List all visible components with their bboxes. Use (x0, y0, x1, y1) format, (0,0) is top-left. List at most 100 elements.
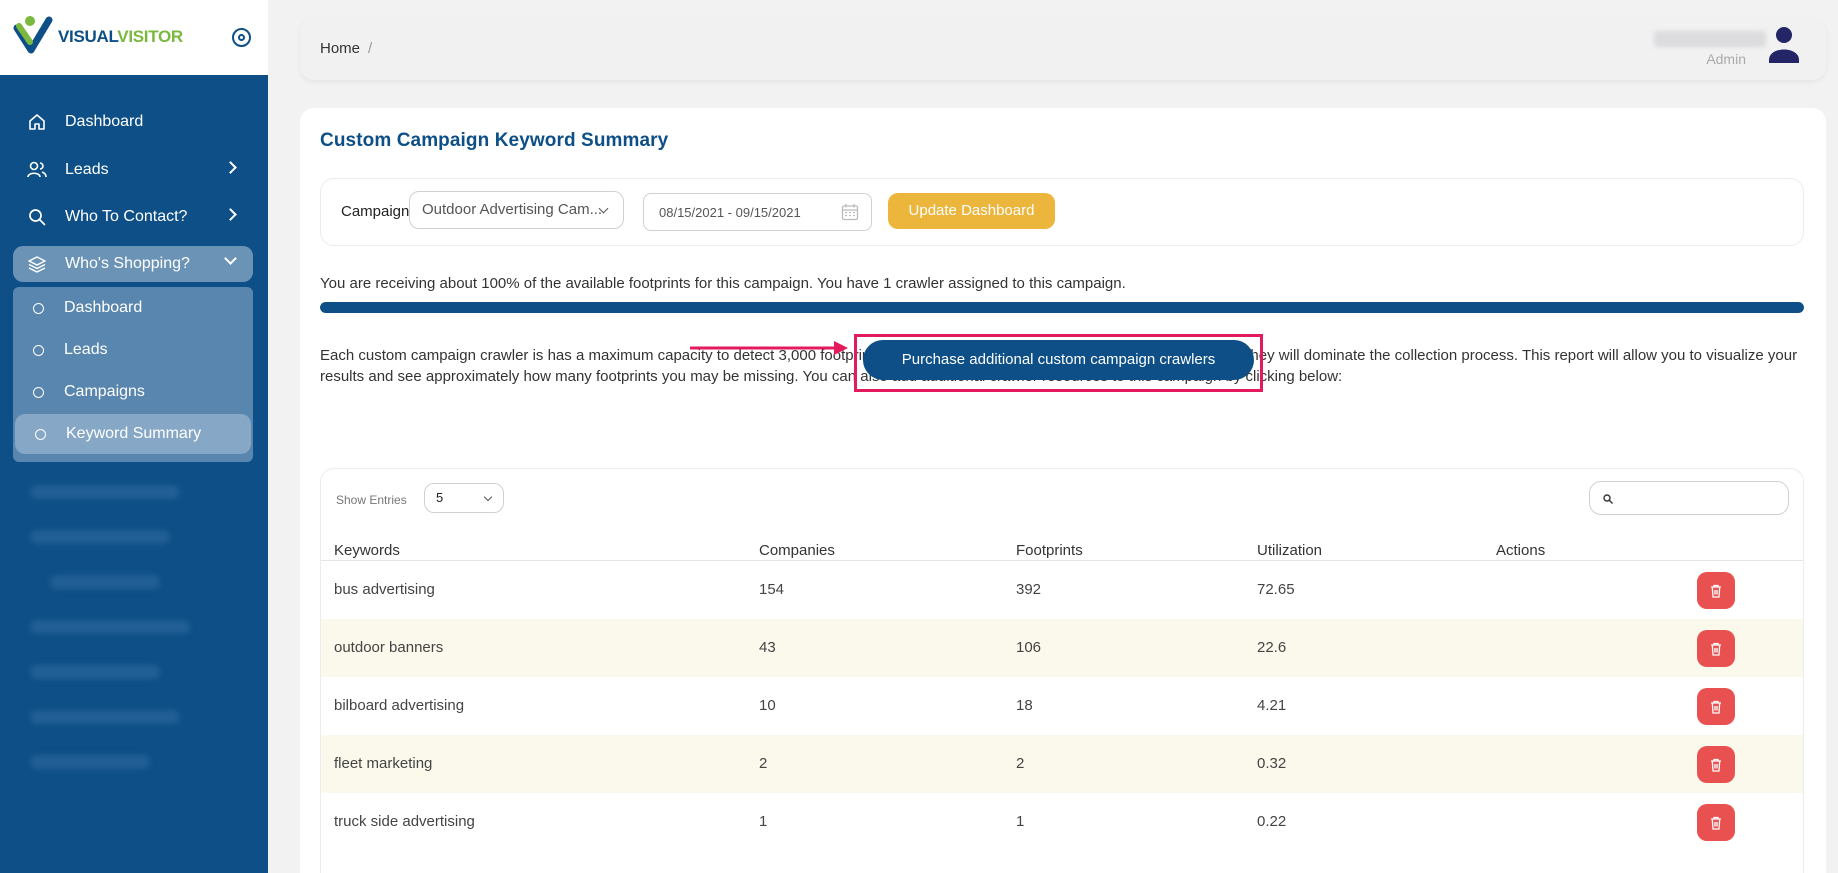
logo-text-part2: VISITOR (117, 27, 183, 46)
delete-button[interactable] (1697, 572, 1735, 609)
footprint-progress-bar (320, 302, 1804, 313)
submenu-item-dashboard[interactable]: Dashboard (13, 288, 253, 328)
date-range-value: 08/15/2021 - 09/15/2021 (659, 205, 801, 220)
show-entries-select[interactable]: 5 (424, 483, 504, 513)
cell-keyword: fleet marketing (334, 755, 433, 772)
sidebar: VISUALVISITOR Dashboard Leads Who To Con… (0, 0, 268, 873)
logo-text-part1: VISUAL (58, 27, 118, 46)
show-entries-label: Show Entries (336, 493, 407, 507)
sidebar-toggle-icon[interactable] (232, 28, 251, 47)
brand-header: VISUALVISITOR (0, 0, 268, 75)
campaign-label: Campaign (341, 203, 410, 220)
submenu-item-label: Campaigns (64, 383, 145, 400)
logo-icon (13, 16, 53, 54)
layers-icon (27, 254, 47, 274)
column-header-actions: Actions (1496, 542, 1546, 559)
cell-utilization: 72.65 (1257, 581, 1295, 598)
keyword-summary-card: Custom Campaign Keyword Summary Campaign… (300, 108, 1826, 873)
circle-icon (33, 344, 44, 356)
trash-icon (1711, 816, 1721, 830)
delete-button[interactable] (1697, 746, 1735, 783)
sidebar-item-dashboard[interactable]: Dashboard (13, 104, 253, 140)
table-row: bilboard advertising 10 18 4.21 (321, 677, 1803, 735)
column-header-companies[interactable]: Companies (759, 542, 835, 559)
breadcrumb-separator: / (368, 40, 373, 57)
update-dashboard-button[interactable]: Update Dashboard (888, 193, 1055, 229)
cell-companies: 1 (759, 813, 768, 830)
trash-icon (1711, 584, 1721, 598)
show-entries-value: 5 (436, 490, 444, 505)
cell-companies: 154 (759, 581, 785, 598)
home-icon (27, 112, 47, 132)
submenu-item-label: Keyword Summary (66, 425, 202, 442)
delete-button[interactable] (1697, 630, 1735, 667)
sidebar-item-whos-shopping[interactable]: Who's Shopping? (13, 246, 253, 282)
sidebar-item-label: Who To Contact? (65, 208, 188, 225)
column-header-keywords[interactable]: Keywords (334, 542, 400, 559)
cell-companies: 2 (759, 755, 768, 772)
cell-utilization: 0.22 (1257, 813, 1287, 830)
page-title: Custom Campaign Keyword Summary (320, 130, 669, 151)
circle-icon (33, 302, 44, 314)
calendar-icon (841, 204, 859, 221)
submenu-item-keyword-summary[interactable]: Keyword Summary (15, 414, 251, 454)
cell-companies: 43 (759, 639, 776, 656)
arrow-right-icon (690, 341, 848, 355)
date-range-input[interactable]: 08/15/2021 - 09/15/2021 (643, 193, 872, 231)
submenu-item-campaigns[interactable]: Campaigns (13, 372, 253, 412)
chevron-down-icon (224, 252, 237, 265)
table-search-input[interactable] (1589, 481, 1789, 515)
cell-keyword: truck side advertising (334, 813, 475, 830)
cell-utilization: 0.32 (1257, 755, 1287, 772)
blurred-item (30, 665, 160, 679)
submenu-item-label: Leads (64, 341, 108, 358)
cell-keyword: outdoor banners (334, 639, 444, 656)
circle-icon (35, 428, 46, 440)
table-row: fleet marketing 2 2 0.32 (321, 735, 1803, 793)
cell-keyword: bilboard advertising (334, 697, 465, 714)
sidebar-item-leads[interactable]: Leads (13, 152, 253, 188)
circle-icon (33, 386, 44, 398)
sidebar-item-who-to-contact[interactable]: Who To Contact? (13, 199, 253, 235)
sidebar-item-label: Dashboard (65, 113, 144, 130)
chevron-down-icon (483, 492, 493, 502)
sidebar-item-label: Leads (65, 161, 109, 178)
purchase-crawlers-button[interactable]: Purchase additional custom campaign craw… (863, 340, 1254, 380)
chevron-right-icon (224, 208, 237, 221)
filter-bar: Campaign Outdoor Advertising Cam... 08/1… (320, 178, 1804, 246)
search-icon (1603, 494, 1613, 504)
blurred-item (30, 530, 170, 544)
trash-icon (1711, 642, 1721, 656)
blurred-item (30, 710, 180, 724)
crawler-notice: You are receiving about 100% of the avai… (320, 275, 1126, 292)
keyword-table: Show Entries 5 Keywords Companies Footpr… (320, 468, 1804, 873)
users-icon (27, 160, 47, 180)
avatar[interactable] (1765, 24, 1803, 66)
breadcrumb-home[interactable]: Home (320, 40, 360, 57)
delete-button[interactable] (1697, 688, 1735, 725)
user-name-blurred (1654, 31, 1766, 47)
blurred-item (50, 575, 160, 589)
submenu-item-leads[interactable]: Leads (13, 330, 253, 370)
top-header: Home / Admin (300, 18, 1826, 80)
blurred-menu-items (20, 470, 240, 800)
submenu-item-label: Dashboard (64, 299, 143, 316)
delete-button[interactable] (1697, 804, 1735, 841)
table-row: outdoor banners 43 106 22.6 (321, 619, 1803, 677)
search-icon (27, 207, 47, 227)
table-row: bus advertising 154 392 72.65 (321, 561, 1803, 619)
table-row: truck side advertising 1 1 0.22 (321, 793, 1803, 851)
column-header-utilization[interactable]: Utilization (1257, 542, 1322, 559)
cell-companies: 10 (759, 697, 776, 714)
cell-footprints: 1 (1016, 813, 1025, 830)
blurred-item (30, 755, 150, 769)
campaign-select[interactable]: Outdoor Advertising Cam... (409, 191, 624, 229)
cell-footprints: 18 (1016, 697, 1033, 714)
progress-fill (320, 302, 1804, 313)
user-role: Admin (1706, 51, 1746, 67)
breadcrumb: Home / (320, 40, 372, 57)
blurred-item (30, 620, 190, 634)
column-header-footprints[interactable]: Footprints (1016, 542, 1083, 559)
cell-utilization: 4.21 (1257, 697, 1287, 714)
cell-footprints: 2 (1016, 755, 1025, 772)
